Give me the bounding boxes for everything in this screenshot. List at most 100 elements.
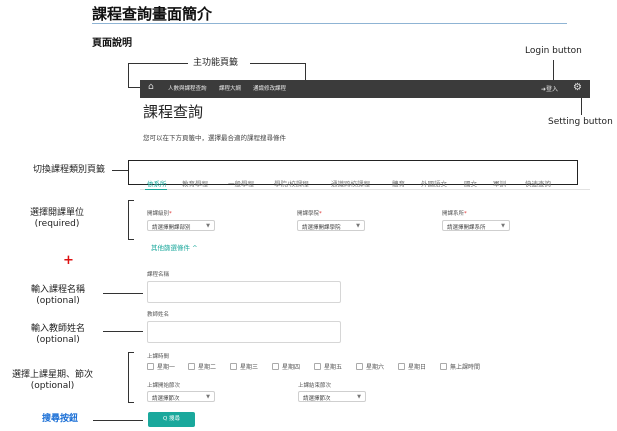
annotation-switch-tabs: 切換課程類別頁籤 — [33, 165, 106, 175]
tab-chinese[interactable]: 國文 — [464, 178, 477, 188]
nav-item-general-course[interactable]: 通識修改課程 — [253, 84, 286, 92]
start-period-select[interactable]: 請選擇節次 ▼ — [147, 391, 215, 402]
tab-college-course[interactable]: 學院/校課程 — [274, 178, 309, 188]
checkbox-icon — [314, 363, 321, 370]
annotation-search-button: 搜尋按鈕 — [42, 414, 79, 424]
checkbox-icon — [147, 363, 154, 370]
tab-general-program[interactable]: 一般學程 — [228, 178, 254, 188]
weekday-checkbox[interactable]: 星期日 — [398, 362, 426, 371]
annotation-course-name-title: 輸入課程名稱 — [31, 285, 86, 295]
chevron-down-icon: ▼ — [356, 223, 360, 229]
top-navbar: ⌂ 人數與課程查詢 課程大綱 通識修改課程 ➜登入 ⚙ — [140, 80, 590, 98]
nav-item-syllabus[interactable]: 課程大綱 — [219, 84, 241, 92]
annotation-unit-required: (required) — [34, 218, 80, 229]
gear-icon[interactable]: ⚙ — [573, 82, 582, 94]
annotation-unit-title: 選擇開課單位 — [30, 208, 85, 218]
checkbox-icon — [230, 363, 237, 370]
nav-item-enrollment[interactable]: 人數與課程查詢 — [168, 84, 207, 92]
level-select[interactable]: 請選擇開課部別 ▼ — [147, 220, 215, 231]
college-select-value: 請選擇開課學院 — [302, 225, 341, 231]
checkbox-icon — [356, 363, 363, 370]
checkbox-icon — [440, 363, 447, 370]
level-label-text: 開課級別 — [147, 211, 170, 217]
college-label: 開課學院* — [297, 209, 322, 217]
weekday-checkbox[interactable]: 星期一 — [147, 362, 175, 371]
annotation-plus: + — [63, 253, 74, 268]
chevron-down-icon: ▼ — [206, 394, 210, 400]
teacher-name-input[interactable] — [147, 321, 341, 343]
department-label: 開課系所* — [442, 209, 467, 217]
annotation-time-title: 選擇上課星期、節次 — [12, 370, 94, 380]
annotation-main-nav: 主功能頁籤 — [193, 58, 239, 68]
annotation-teacher-optional: (optional) — [36, 334, 80, 345]
annotation-line — [581, 98, 582, 115]
tab-education-program[interactable]: 教育學程 — [182, 178, 208, 188]
weekday-label: 星期五 — [324, 364, 343, 371]
checkbox-icon — [272, 363, 279, 370]
annotation-course-name: 輸入課程名稱 (optional) — [31, 285, 85, 307]
start-period-value: 請選擇節次 — [152, 396, 180, 402]
end-period-label: 上課結束節次 — [298, 383, 332, 389]
annotation-line — [128, 63, 129, 87]
tab-quick-search[interactable]: 快速查詢 — [525, 178, 551, 188]
weekday-label: 星期一 — [157, 364, 176, 371]
level-label: 開課級別* — [147, 209, 172, 217]
checkbox-icon — [188, 363, 195, 370]
annotation-teacher-title: 輸入教師姓名 — [31, 324, 86, 334]
weekday-label: 星期六 — [366, 364, 385, 371]
weekday-checkbox[interactable]: 無上課時間 — [440, 362, 480, 371]
department-label-text: 開課系所 — [442, 211, 465, 217]
home-icon[interactable]: ⌂ — [148, 83, 157, 92]
course-name-label: 課程名稱 — [147, 272, 170, 278]
course-name-input[interactable] — [147, 281, 341, 303]
annotation-login: Login button — [525, 46, 582, 56]
document-subtitle: 頁面說明 — [92, 38, 132, 49]
active-tab-indicator — [145, 189, 167, 190]
required-mark: * — [464, 211, 467, 217]
search-button[interactable]: Q 搜尋 — [148, 412, 195, 427]
annotation-line — [128, 352, 134, 353]
level-select-value: 請選擇開課部別 — [152, 225, 191, 231]
weekday-label: 星期三 — [240, 364, 259, 371]
page-intro: 您可以在下方頁籤中，選擇最合適的課程搜尋條件 — [143, 134, 286, 142]
weekday-checkbox[interactable]: 星期三 — [230, 362, 258, 371]
chevron-down-icon: ▼ — [206, 223, 210, 229]
weekday-label: 星期日 — [408, 364, 427, 371]
annotation-teacher: 輸入教師姓名 (optional) — [31, 324, 85, 346]
weekday-label: 星期四 — [282, 364, 301, 371]
annotation-time-optional: (optional) — [30, 380, 75, 391]
document-title: 課程查詢畫面簡介 — [92, 5, 213, 23]
course-category-tabs: 依系所 教育學程 一般學程 學院/校課程 通識跨校課程 體育 外國語文 國文 軍… — [140, 174, 590, 190]
weekday-label: 星期二 — [198, 364, 217, 371]
weekday-checkbox[interactable]: 星期五 — [314, 362, 342, 371]
weekday-checkbox[interactable]: 星期六 — [356, 362, 384, 371]
department-select-value: 請選擇開課系所 — [447, 225, 486, 231]
weekday-label: 無上課時間 — [450, 364, 481, 371]
department-select[interactable]: 請選擇開課系所 ▼ — [442, 220, 510, 231]
annotation-line — [128, 87, 140, 88]
tab-foreign-language[interactable]: 外國語文 — [421, 178, 447, 188]
title-divider — [92, 23, 567, 24]
annotation-line — [112, 170, 128, 171]
college-select[interactable]: 請選擇開課學院 ▼ — [297, 220, 365, 231]
tab-by-department[interactable]: 依系所 — [147, 178, 167, 188]
college-label-text: 開課學院 — [297, 211, 320, 217]
annotation-course-name-optional: (optional) — [36, 295, 80, 306]
annotation-line — [128, 200, 134, 201]
chevron-down-icon: ▼ — [501, 223, 505, 229]
login-button[interactable]: ➜登入 — [541, 84, 558, 93]
annotation-line — [103, 293, 143, 294]
annotation-unit-selection: 選擇開課單位 (required) — [30, 208, 84, 230]
annotation-line — [128, 63, 188, 64]
more-filters-toggle[interactable]: 其他篩選條件 ^ — [151, 242, 198, 252]
weekday-checkbox[interactable]: 星期二 — [188, 362, 216, 371]
end-period-select[interactable]: 請選擇節次 ▼ — [298, 391, 366, 402]
tab-general-cross-school[interactable]: 通識跨校課程 — [331, 178, 370, 188]
page-title: 課程查詢 — [143, 103, 204, 121]
tab-military-training[interactable]: 軍訓 — [493, 178, 506, 188]
required-mark: * — [169, 211, 172, 217]
annotation-line — [93, 420, 143, 421]
tab-physical-education[interactable]: 體育 — [392, 178, 405, 188]
chevron-down-icon: ▼ — [357, 394, 361, 400]
weekday-checkbox[interactable]: 星期四 — [272, 362, 300, 371]
